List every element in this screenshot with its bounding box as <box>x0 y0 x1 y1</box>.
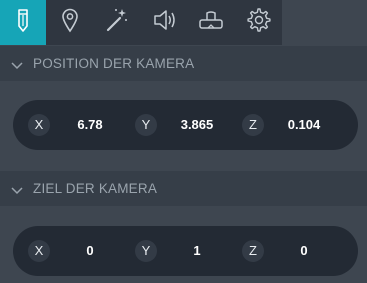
tool-settings[interactable] <box>235 0 281 45</box>
x-value-field[interactable]: 6.78 <box>60 100 120 150</box>
map-pin-icon <box>59 7 81 38</box>
camera-target-fields: X 0 Y 1 Z 0 <box>13 226 358 276</box>
section-title: POSITION DER KAMERA <box>33 56 195 71</box>
z-axis-label: Z <box>242 240 264 262</box>
tool-effects[interactable] <box>94 0 140 45</box>
tool-location[interactable] <box>47 0 93 45</box>
y-axis-label: Y <box>135 114 157 136</box>
y-axis-label: Y <box>135 240 157 262</box>
x-value-field[interactable]: 0 <box>60 226 120 276</box>
z-axis-label: Z <box>242 114 264 136</box>
toolbar-empty-area <box>282 0 367 45</box>
camera-position-fields: X 6.78 Y 3.865 Z 0.104 <box>13 100 358 150</box>
section-header-camera-target[interactable]: ZIEL DER KAMERA <box>0 171 367 206</box>
gear-icon <box>245 7 271 38</box>
x-axis-label: X <box>28 240 50 262</box>
pencil-icon <box>12 7 34 38</box>
z-value-field[interactable]: 0 <box>274 226 334 276</box>
vr-headset-icon <box>197 7 225 38</box>
chevron-down-icon <box>11 183 23 201</box>
chevron-down-icon <box>11 58 23 76</box>
x-axis-label: X <box>28 114 50 136</box>
toolbar <box>0 0 367 45</box>
magic-wand-icon <box>105 7 129 38</box>
tool-audio[interactable] <box>141 0 187 45</box>
z-value-field[interactable]: 0.104 <box>274 100 334 150</box>
tool-edit[interactable] <box>0 0 46 45</box>
tool-vr[interactable] <box>188 0 234 45</box>
y-value-field[interactable]: 3.865 <box>167 100 227 150</box>
y-value-field[interactable]: 1 <box>167 226 227 276</box>
speaker-icon <box>151 7 177 38</box>
section-title: ZIEL DER KAMERA <box>33 181 158 196</box>
section-header-camera-position[interactable]: POSITION DER KAMERA <box>0 46 367 81</box>
